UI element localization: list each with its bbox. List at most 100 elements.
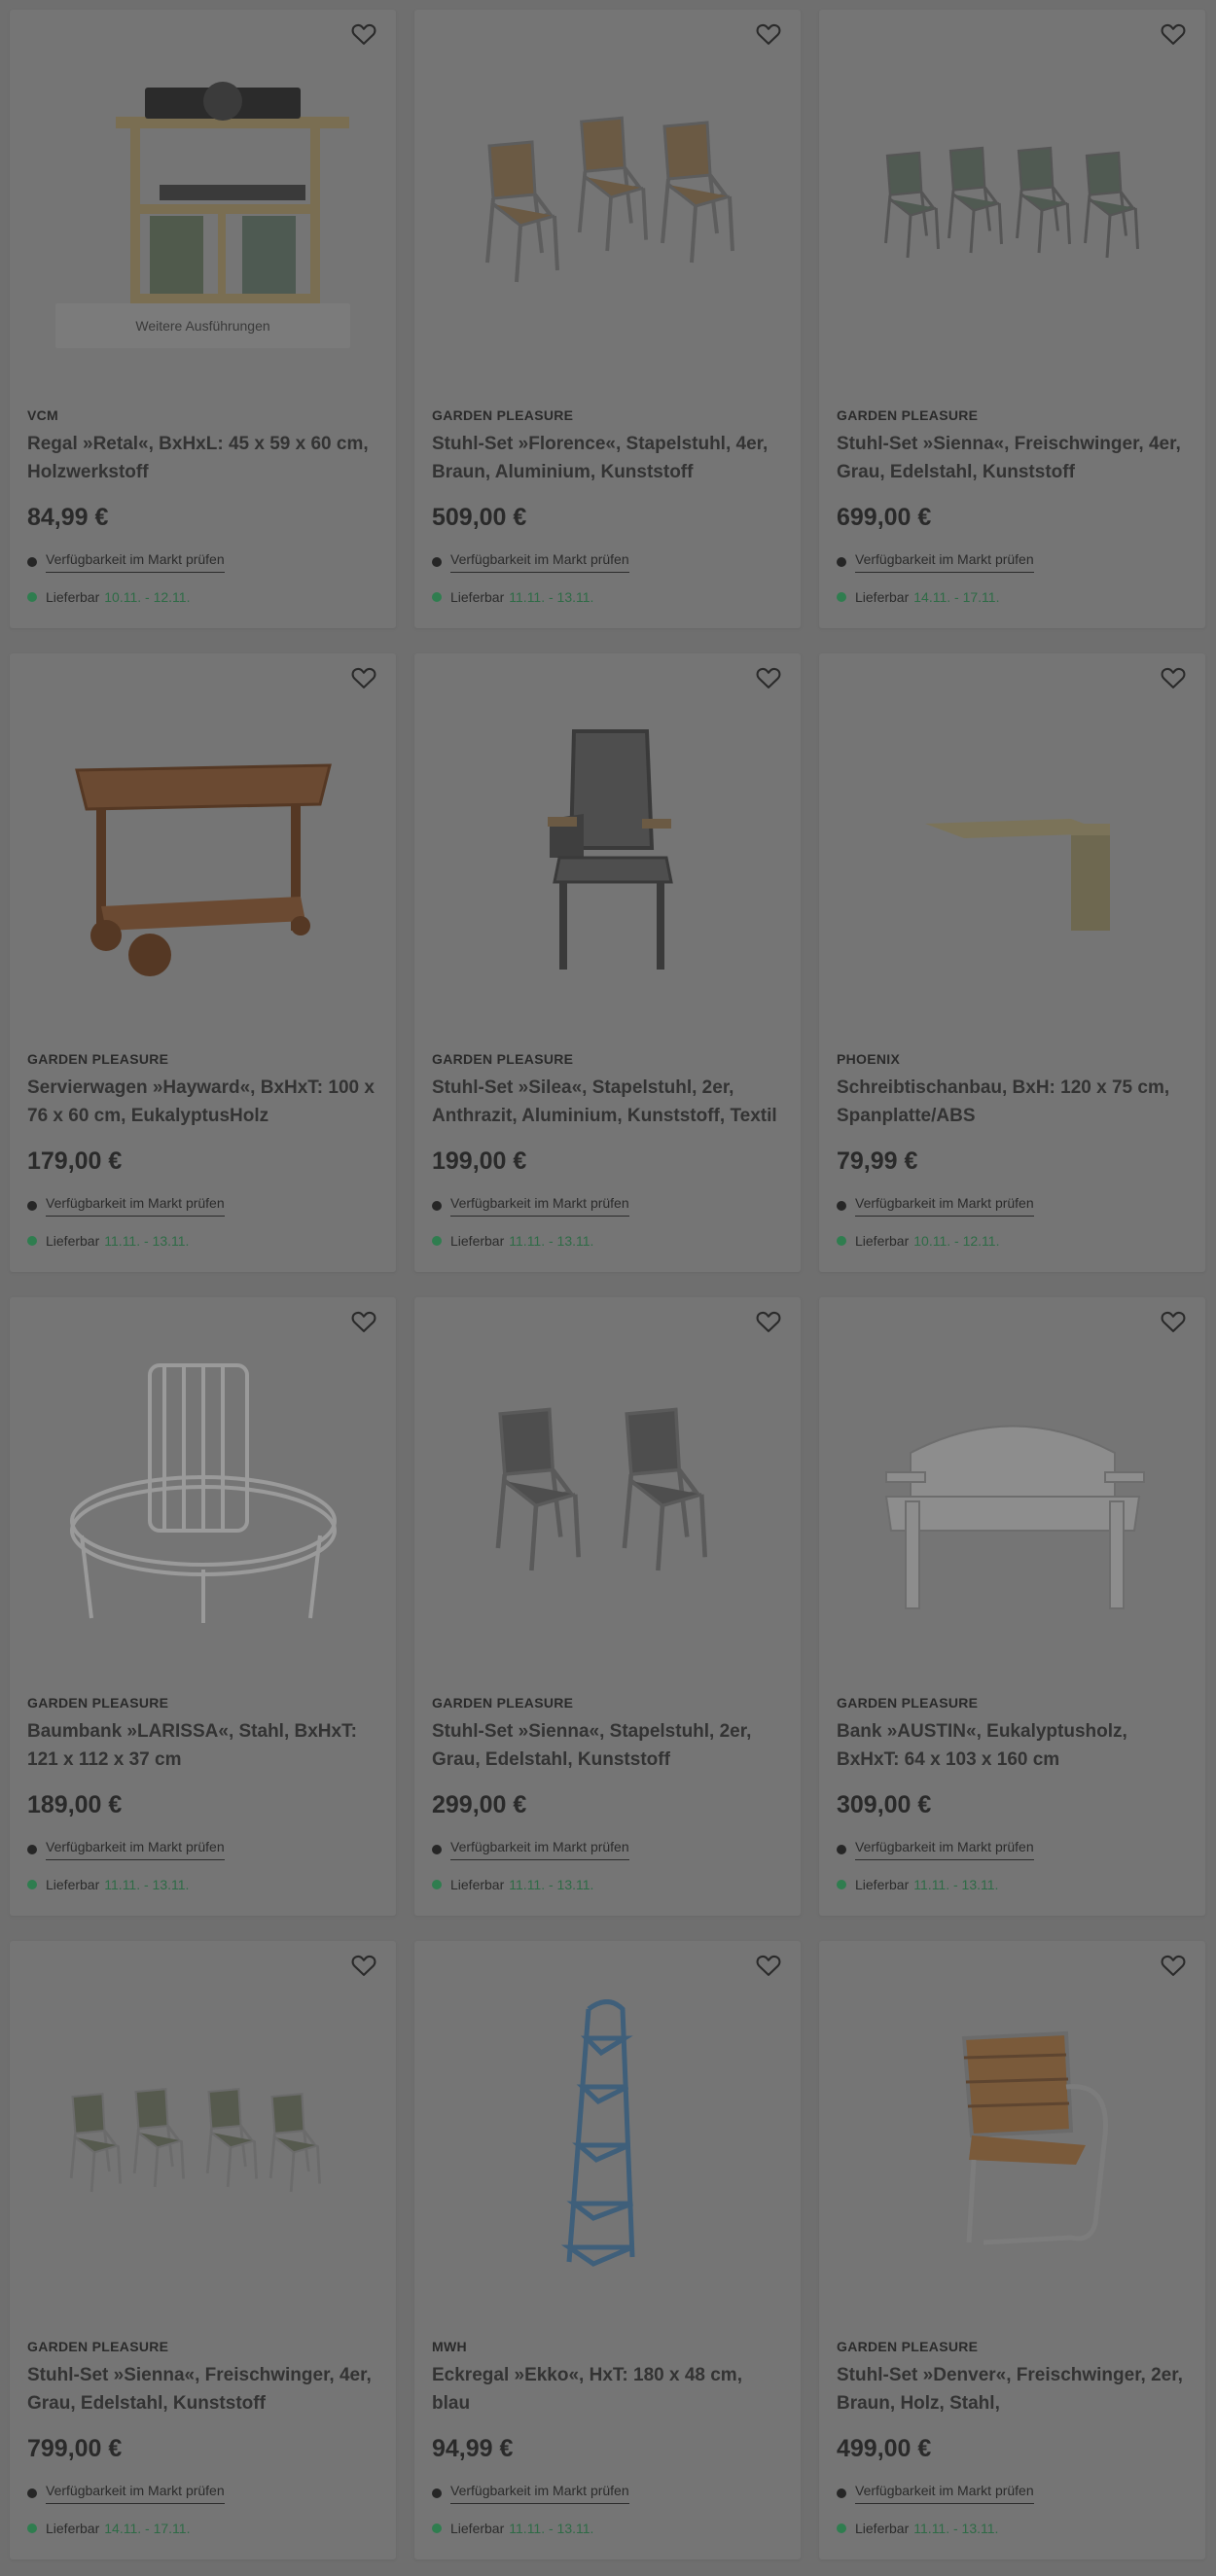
delivery-label: Lieferbar <box>855 1877 910 1892</box>
green-dot-icon <box>837 1880 846 1889</box>
product-card[interactable]: GARDEN PLEASURE Bank »AUSTIN«, Eukalyptu… <box>819 1297 1205 1916</box>
product-card[interactable]: GARDEN PLEASURE Stuhl-Set »Silea«, Stape… <box>414 653 801 1272</box>
dot-icon <box>27 2488 37 2498</box>
product-price: 179,00 € <box>27 1147 123 1175</box>
check-availability-link[interactable]: Verfügbarkeit im Markt prüfen <box>855 2483 1034 2504</box>
availability-row: Verfügbarkeit im Markt prüfen <box>837 1195 1034 1217</box>
delivery-row: Lieferbar 14.11. - 17.11. <box>837 589 999 605</box>
availability-row: Verfügbarkeit im Markt prüfen <box>27 1839 225 1860</box>
delivery-row: Lieferbar 11.11. - 13.11. <box>432 589 593 605</box>
check-availability-link[interactable]: Verfügbarkeit im Markt prüfen <box>450 2483 629 2504</box>
product-title[interactable]: Eckregal »Ekko«, HxT: 180 x 48 cm, blau <box>432 2361 782 2417</box>
heart-outline-icon[interactable] <box>347 1949 380 1982</box>
product-title[interactable]: Bank »AUSTIN«, Eukalyptusholz, BxHxT: 64… <box>837 1717 1187 1774</box>
heart-outline-icon[interactable] <box>752 1305 785 1338</box>
product-card[interactable]: GARDEN PLEASURE Baumbank »LARISSA«, Stah… <box>10 1297 396 1916</box>
product-title[interactable]: Stuhl-Set »Sienna«, Stapelstuhl, 2er, Gr… <box>432 1717 782 1774</box>
check-availability-link[interactable]: Verfügbarkeit im Markt prüfen <box>855 1839 1034 1860</box>
product-image[interactable] <box>414 1297 801 1686</box>
availability-row: Verfügbarkeit im Markt prüfen <box>27 1195 225 1217</box>
product-image[interactable] <box>10 1941 396 2330</box>
delivery-dates: 11.11. - 13.11. <box>509 2521 594 2536</box>
heart-outline-icon[interactable] <box>347 661 380 694</box>
product-card[interactable]: GARDEN PLEASURE Servierwagen »Hayward«, … <box>10 653 396 1272</box>
product-image[interactable] <box>10 1297 396 1686</box>
product-image[interactable] <box>819 1297 1205 1686</box>
check-availability-link[interactable]: Verfügbarkeit im Markt prüfen <box>46 1839 225 1860</box>
product-brand: GARDEN PLEASURE <box>432 1051 574 1067</box>
green-dot-icon <box>837 592 846 602</box>
check-availability-link[interactable]: Verfügbarkeit im Markt prüfen <box>450 1195 629 1217</box>
heart-outline-icon[interactable] <box>1157 18 1190 51</box>
product-image[interactable] <box>10 653 396 1042</box>
dot-icon <box>432 557 442 567</box>
delivery-label: Lieferbar <box>450 1877 505 1892</box>
product-price: 94,99 € <box>432 2435 514 2462</box>
product-title[interactable]: Stuhl-Set »Silea«, Stapelstuhl, 2er, Ant… <box>432 1074 782 1130</box>
check-availability-link[interactable]: Verfügbarkeit im Markt prüfen <box>855 551 1034 573</box>
check-availability-link[interactable]: Verfügbarkeit im Markt prüfen <box>46 1195 225 1217</box>
product-card[interactable]: GARDEN PLEASURE Stuhl-Set »Sienna«, Frei… <box>10 1941 396 2559</box>
product-image[interactable] <box>819 10 1205 399</box>
product-price: 189,00 € <box>27 1791 123 1818</box>
product-price: 299,00 € <box>432 1791 527 1818</box>
product-card[interactable]: GARDEN PLEASURE Stuhl-Set »Florence«, St… <box>414 10 801 628</box>
heart-outline-icon[interactable] <box>1157 1305 1190 1338</box>
product-image[interactable] <box>414 10 801 399</box>
product-title[interactable]: Servierwagen »Hayward«, BxHxT: 100 x 76 … <box>27 1074 377 1130</box>
product-image[interactable] <box>414 1941 801 2330</box>
delivery-dates: 11.11. - 13.11. <box>104 1877 190 1892</box>
delivery-row: Lieferbar 11.11. - 13.11. <box>432 2521 593 2536</box>
check-availability-link[interactable]: Verfügbarkeit im Markt prüfen <box>450 1839 629 1860</box>
heart-outline-icon[interactable] <box>347 18 380 51</box>
heart-outline-icon[interactable] <box>1157 1949 1190 1982</box>
product-card[interactable]: GARDEN PLEASURE Stuhl-Set »Sienna«, Stap… <box>414 1297 801 1916</box>
product-image[interactable] <box>819 653 1205 1042</box>
product-image[interactable] <box>819 1941 1205 2330</box>
product-card[interactable]: MWH Eckregal »Ekko«, HxT: 180 x 48 cm, b… <box>414 1941 801 2559</box>
check-availability-link[interactable]: Verfügbarkeit im Markt prüfen <box>46 551 225 573</box>
heart-outline-icon[interactable] <box>752 18 785 51</box>
product-image[interactable] <box>414 653 801 1042</box>
availability-row: Verfügbarkeit im Markt prüfen <box>432 1195 629 1217</box>
product-card[interactable]: PHOENIX Schreibtischanbau, BxH: 120 x 75… <box>819 653 1205 1272</box>
product-card[interactable]: GARDEN PLEASURE Stuhl-Set »Denver«, Frei… <box>819 1941 1205 2559</box>
check-availability-link[interactable]: Verfügbarkeit im Markt prüfen <box>855 1195 1034 1217</box>
product-price: 199,00 € <box>432 1147 527 1175</box>
delivery-label: Lieferbar <box>450 1233 505 1249</box>
delivery-dates: 11.11. - 13.11. <box>913 1877 999 1892</box>
green-dot-icon <box>27 1236 37 1246</box>
product-title[interactable]: Stuhl-Set »Florence«, Stapelstuhl, 4er, … <box>432 430 782 486</box>
dot-icon <box>27 557 37 567</box>
delivery-dates: 14.11. - 17.11. <box>104 2521 191 2536</box>
availability-row: Verfügbarkeit im Markt prüfen <box>27 2483 225 2504</box>
availability-row: Verfügbarkeit im Markt prüfen <box>432 1839 629 1860</box>
product-price: 499,00 € <box>837 2435 932 2462</box>
heart-outline-icon[interactable] <box>347 1305 380 1338</box>
green-dot-icon <box>432 1236 442 1246</box>
delivery-dates: 10.11. - 12.11. <box>104 589 191 605</box>
delivery-dates: 11.11. - 13.11. <box>104 1233 190 1249</box>
dot-icon <box>432 1201 442 1211</box>
dot-icon <box>837 1845 846 1854</box>
dot-icon <box>27 1845 37 1854</box>
product-price: 799,00 € <box>27 2435 123 2462</box>
delivery-dates: 11.11. - 13.11. <box>509 589 594 605</box>
delivery-label: Lieferbar <box>855 1233 910 1249</box>
product-title[interactable]: Baumbank »LARISSA«, Stahl, BxHxT: 121 x … <box>27 1717 377 1774</box>
product-title[interactable]: Stuhl-Set »Sienna«, Freischwinger, 4er, … <box>27 2361 377 2417</box>
product-title[interactable]: Regal »Retal«, BxHxL: 45 x 59 x 60 cm, H… <box>27 430 377 486</box>
product-title[interactable]: Stuhl-Set »Denver«, Freischwinger, 2er, … <box>837 2361 1187 2417</box>
product-card[interactable]: Weitere Ausführungen VCM Regal »Retal«, … <box>10 10 396 628</box>
check-availability-link[interactable]: Verfügbarkeit im Markt prüfen <box>450 551 629 573</box>
more-variants-button[interactable]: Weitere Ausführungen <box>55 303 350 348</box>
heart-outline-icon[interactable] <box>1157 661 1190 694</box>
green-dot-icon <box>432 1880 442 1889</box>
product-title[interactable]: Stuhl-Set »Sienna«, Freischwinger, 4er, … <box>837 430 1187 486</box>
check-availability-link[interactable]: Verfügbarkeit im Markt prüfen <box>46 2483 225 2504</box>
heart-outline-icon[interactable] <box>752 661 785 694</box>
heart-outline-icon[interactable] <box>752 1949 785 1982</box>
product-card[interactable]: GARDEN PLEASURE Stuhl-Set »Sienna«, Frei… <box>819 10 1205 628</box>
product-title[interactable]: Schreibtischanbau, BxH: 120 x 75 cm, Spa… <box>837 1074 1187 1130</box>
delivery-row: Lieferbar 11.11. - 13.11. <box>27 1877 189 1892</box>
